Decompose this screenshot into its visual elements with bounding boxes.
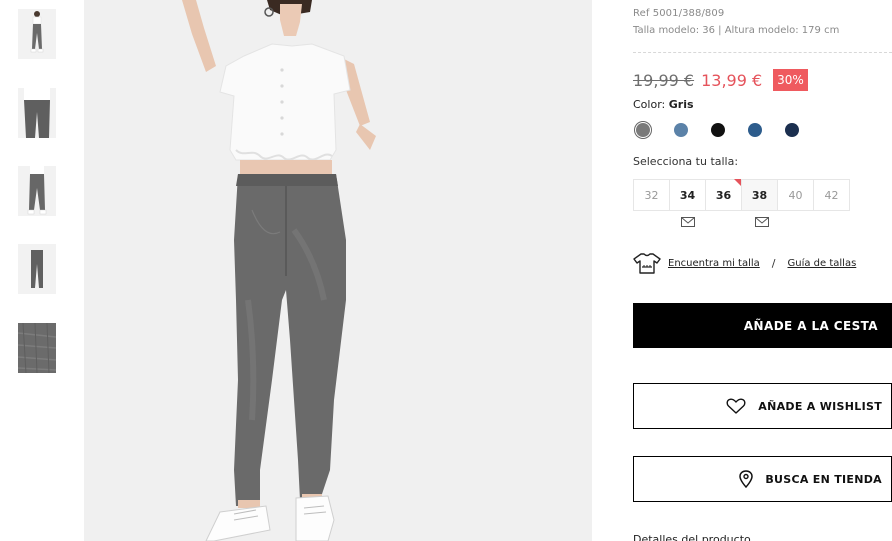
color-swatch-azul-claro[interactable] [674,123,688,137]
sale-price: 13,99 € [701,70,763,90]
size-label: 36 [715,188,732,202]
size-guide-link[interactable]: Guía de tallas [787,258,856,269]
find-in-store-button[interactable]: BUSCA EN TIENDA [633,456,892,502]
color-swatch-negro[interactable] [711,123,725,137]
add-to-cart-label: AÑADE A LA CESTA [743,318,878,333]
divider [633,52,892,53]
product-details-heading[interactable]: Detalles del producto [633,533,751,541]
size-option-40[interactable]: 40 [777,179,814,211]
color-swatch-gris[interactable] [636,123,650,137]
mail-notify-icon[interactable] [755,217,769,227]
link-separator: / [771,256,776,270]
size-prompt: Selecciona tu talla: [633,155,739,168]
heart-icon [726,398,746,414]
add-to-cart-button[interactable]: AÑADE A LA CESTA [633,303,892,348]
thumbnail-full-body[interactable] [18,9,56,59]
size-option-42[interactable]: 42 [813,179,850,211]
size-option-32[interactable]: 32 [633,179,670,211]
thumbnail-denim-fabric[interactable] [18,323,56,373]
price-row: 19,99 € 13,99 € 30% [633,68,808,92]
size-help-row: Encuentra mi talla / Guía de tallas [633,251,856,275]
selected-color-name: Gris [668,98,694,111]
size-label: 38 [751,188,768,202]
size-label: 40 [788,188,803,202]
product-info-panel: Ref 5001/388/809 Talla modelo: 36 | Altu… [633,0,892,541]
old-price: 19,99 € [633,70,695,90]
model-info: Talla modelo: 36 | Altura modelo: 179 cm [633,25,840,36]
mail-notify-icon[interactable] [681,217,695,227]
discount-badge: 30% [773,69,808,91]
color-swatch-azul-oscuro[interactable] [785,123,799,137]
thumbnail-jeans-front[interactable] [18,88,56,138]
color-swatch-azul[interactable] [748,123,762,137]
thumbnail-jeans-product[interactable] [18,244,56,294]
color-label: Color: Gris [633,98,694,111]
size-label: 34 [679,188,696,202]
add-to-wishlist-label: AÑADE A WISHLIST [758,399,882,413]
tshirt-ruler-icon [633,253,661,274]
thumbnail-jeans-side[interactable] [18,166,56,216]
color-swatches [634,123,814,139]
product-reference: Ref 5001/388/809 [633,8,725,19]
size-option-34[interactable]: 34 [669,179,706,211]
size-option-36[interactable]: 36 [705,179,742,211]
size-label: 32 [644,188,659,202]
size-label: 42 [824,188,839,202]
location-pin-icon [739,470,754,488]
size-selector: 32 34 36 38 40 42 [633,179,850,211]
find-my-size-link[interactable]: Encuentra mi talla [668,258,760,269]
color-label-prefix: Color: [633,98,669,111]
product-main-image[interactable] [84,0,592,541]
find-in-store-label: BUSCA EN TIENDA [765,472,882,486]
size-option-38[interactable]: 38 [741,179,778,211]
add-to-wishlist-button[interactable]: AÑADE A WISHLIST [633,383,892,429]
